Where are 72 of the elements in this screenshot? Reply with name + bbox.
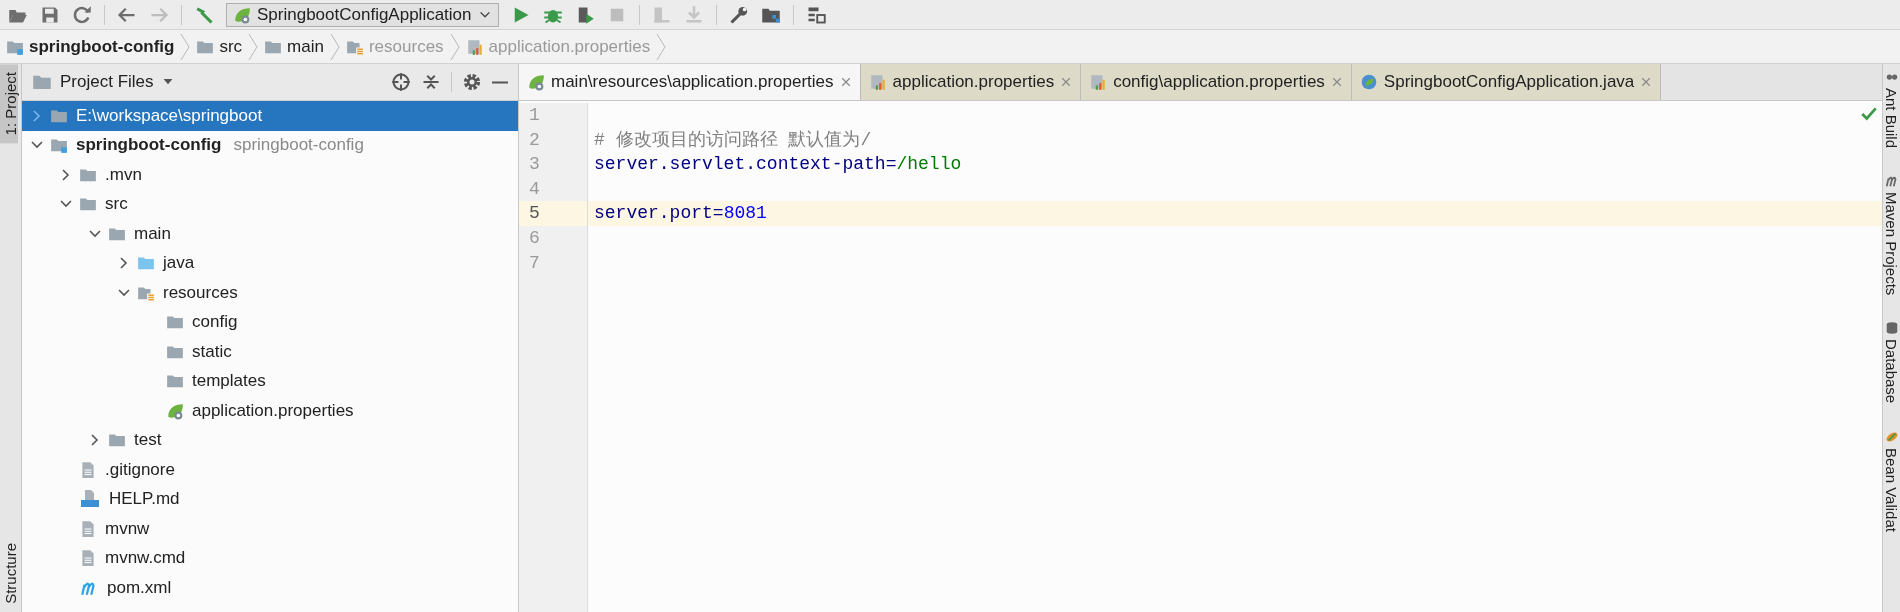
bar-chart-icon bbox=[465, 37, 484, 56]
line-number: 1 bbox=[528, 104, 541, 127]
tree-item[interactable]: springboot-config springboot-config bbox=[22, 130, 518, 160]
tool-window-tab[interactable]: Database bbox=[1883, 339, 1900, 404]
tree-item[interactable]: .gitignore bbox=[22, 455, 518, 485]
close-icon bbox=[1330, 76, 1343, 88]
chevron-separator-icon bbox=[449, 33, 460, 60]
tree-item[interactable]: HELP.md bbox=[22, 484, 518, 514]
class-icon bbox=[1359, 73, 1378, 91]
tree-item[interactable]: static bbox=[22, 337, 518, 367]
tool-window-tab[interactable]: 1: Project bbox=[0, 64, 18, 144]
settings-icon bbox=[462, 72, 482, 92]
tool-window-tab[interactable]: Ant Build bbox=[1883, 88, 1900, 149]
breadcrumb-item[interactable]: src bbox=[196, 36, 243, 57]
chevron-separator-icon bbox=[180, 33, 191, 60]
tool-window-tab[interactable]: Maven Projects bbox=[1883, 192, 1900, 296]
chevron-separator-icon bbox=[248, 33, 259, 60]
markdown-file-icon bbox=[79, 490, 101, 509]
editor-tab[interactable]: SpringbootConfigApplication.java bbox=[1351, 64, 1662, 100]
tree-item[interactable]: resources bbox=[22, 278, 518, 308]
tree-item[interactable]: templates bbox=[22, 366, 518, 396]
module-folder-icon bbox=[50, 136, 68, 155]
text-file-icon bbox=[79, 549, 97, 568]
database-icon bbox=[1884, 321, 1899, 336]
tree-item[interactable]: test bbox=[22, 425, 518, 455]
tree-item[interactable]: java bbox=[22, 248, 518, 278]
line-number: 4 bbox=[528, 177, 541, 201]
editor-tab[interactable]: application.properties bbox=[860, 64, 1082, 100]
tree-item[interactable]: mvnw bbox=[22, 514, 518, 544]
chevron-separator-icon bbox=[656, 33, 667, 60]
text-file-icon bbox=[79, 460, 97, 479]
breadcrumb-item[interactable]: springboot-config bbox=[6, 36, 175, 57]
line-number: 2 bbox=[528, 128, 541, 152]
close-icon bbox=[839, 76, 852, 88]
line-number: 7 bbox=[528, 251, 541, 275]
leaf-icon bbox=[527, 73, 545, 91]
tool-window-tab[interactable]: Structure bbox=[0, 535, 18, 612]
tree-item[interactable]: .mvn bbox=[22, 160, 518, 190]
text-file-icon bbox=[79, 519, 97, 538]
tree-item[interactable]: main bbox=[22, 219, 518, 249]
line-number: 3 bbox=[528, 153, 541, 177]
tree-item[interactable]: E:\workspace\springboot bbox=[22, 101, 518, 131]
line-number: 6 bbox=[528, 226, 541, 250]
tool-window-tab[interactable]: Bean Validat bbox=[1883, 447, 1900, 532]
project-view-dropdown[interactable]: Project Files bbox=[32, 72, 174, 92]
close-icon bbox=[1640, 76, 1653, 88]
run-configuration-dropdown[interactable]: SpringbootConfigApplication bbox=[226, 2, 499, 27]
bean-icon bbox=[1884, 429, 1899, 444]
tree-item[interactable]: config bbox=[22, 307, 518, 337]
tree-item[interactable]: src bbox=[22, 189, 518, 219]
leaf-icon bbox=[233, 5, 251, 24]
bar-chart-icon bbox=[1089, 73, 1108, 91]
breadcrumb-item[interactable]: main bbox=[264, 36, 324, 57]
maven-icon bbox=[1884, 174, 1899, 189]
code-line: # 修改项目的访问路径 默认值为/ bbox=[593, 128, 873, 152]
chevron-separator-icon bbox=[329, 33, 340, 60]
module-name-hint: springboot-config bbox=[233, 135, 364, 156]
bar-chart-icon bbox=[868, 73, 887, 91]
wrench-icon bbox=[728, 4, 749, 25]
editor-tab[interactable]: main\resources\application.properties bbox=[519, 64, 861, 100]
sync-icon bbox=[72, 4, 92, 25]
leaf-icon bbox=[166, 401, 184, 420]
checkmark-icon bbox=[1860, 105, 1878, 123]
crosshair-icon bbox=[391, 72, 411, 92]
editor-tab[interactable]: config\application.properties bbox=[1081, 64, 1352, 100]
tree-item[interactable]: mvnw.cmd bbox=[22, 543, 518, 573]
code-line: server.servlet.context-path=/hello bbox=[593, 153, 963, 177]
minimize-icon bbox=[492, 80, 508, 84]
tree-item[interactable]: application.properties bbox=[22, 396, 518, 426]
tree-item[interactable]: pom.xml bbox=[22, 573, 518, 603]
line-number: 5 bbox=[519, 201, 587, 226]
close-icon bbox=[1060, 76, 1073, 88]
